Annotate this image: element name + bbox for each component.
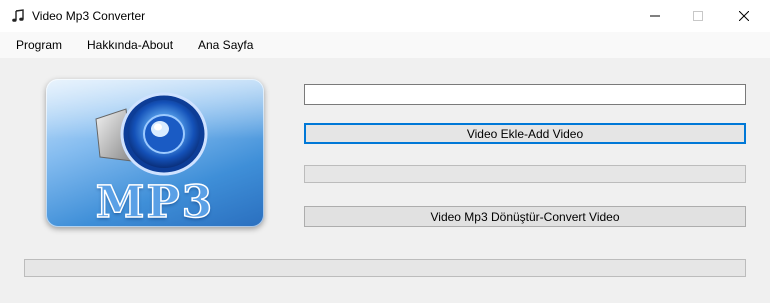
mp3-logo: MP3 <box>46 79 264 227</box>
logo-text: MP3 <box>95 176 215 227</box>
maximize-icon <box>693 11 703 21</box>
window-title: Video Mp3 Converter <box>32 9 146 23</box>
file-path-input[interactable] <box>304 84 746 105</box>
menu-item-program[interactable]: Program <box>16 38 62 52</box>
close-icon <box>739 11 749 21</box>
menu-item-about[interactable]: Hakkında-About <box>87 38 173 52</box>
menu-bar: Program Hakkında-About Ana Sayfa <box>0 32 770 58</box>
minimize-button[interactable] <box>632 0 678 32</box>
title-bar[interactable]: Video Mp3 Converter <box>0 0 770 32</box>
maximize-button[interactable] <box>675 0 721 32</box>
overall-progress-bar <box>24 259 746 277</box>
music-note-icon <box>10 8 26 24</box>
add-video-button[interactable]: Video Ekle-Add Video <box>304 123 746 144</box>
conversion-progress-bar <box>304 165 746 183</box>
minimize-icon <box>650 15 660 17</box>
menu-item-home[interactable]: Ana Sayfa <box>198 38 253 52</box>
convert-video-button[interactable]: Video Mp3 Dönüştür-Convert Video <box>304 206 746 227</box>
close-button[interactable] <box>721 0 767 32</box>
